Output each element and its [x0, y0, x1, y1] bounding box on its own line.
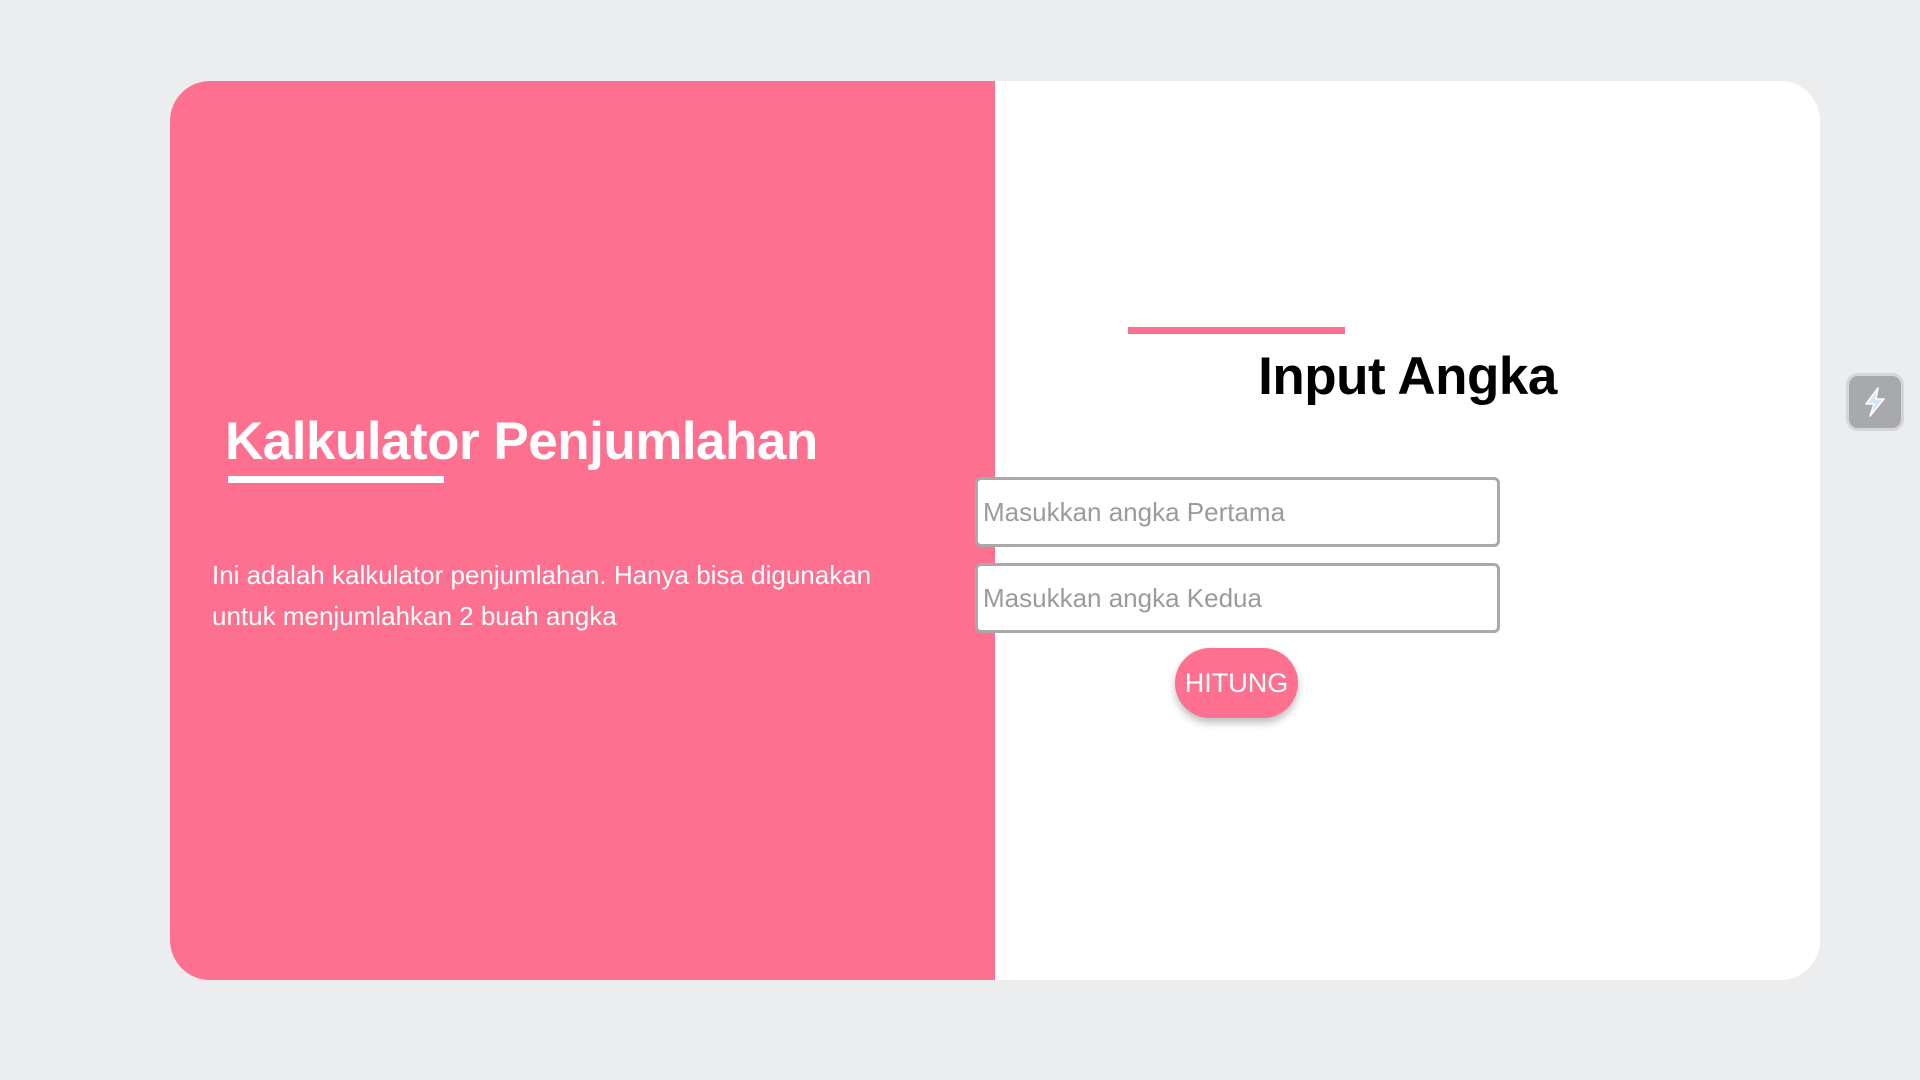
first-number-input[interactable]: [975, 477, 1500, 547]
lightning-icon: [1865, 387, 1885, 417]
extension-widget[interactable]: [1846, 373, 1904, 431]
calculate-button[interactable]: HITUNG: [1175, 648, 1298, 718]
form-controls: HITUNG: [0, 0, 1920, 1080]
second-number-input[interactable]: [975, 563, 1500, 633]
form-title-underline: [1128, 327, 1345, 334]
